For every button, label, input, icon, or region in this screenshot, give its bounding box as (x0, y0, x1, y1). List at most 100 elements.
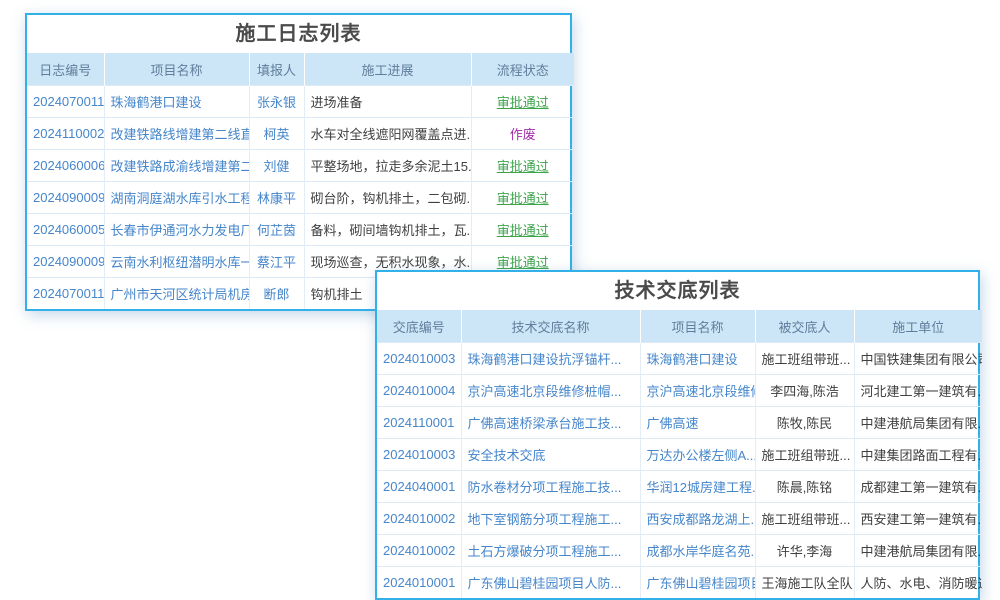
construction-unit-text: 成都建工第一建筑有... (854, 471, 982, 503)
project-name-link[interactable]: 广佛高速 (640, 407, 755, 439)
disclosure-id-link[interactable]: 2024010002 (377, 503, 461, 535)
table-row: 2024070011珠海鹤港口建设张永银进场准备审批通过 (27, 86, 574, 118)
construction-unit-text: 中建港航局集团有限... (854, 407, 982, 439)
construction-log-title: 施工日志列表 (27, 15, 570, 53)
construction-log-card: 施工日志列表 日志编号项目名称填报人施工进展流程状态 2024070011珠海鹤… (25, 13, 572, 311)
log-id-link[interactable]: 2024060005 (27, 214, 104, 246)
column-header-name: 技术交底名称 (461, 310, 640, 343)
project-name-link[interactable]: 广州市天河区统计局机房... (104, 278, 249, 310)
table-row: 2024010001广东佛山碧桂园项目人防...广东佛山碧桂园项目王海施工队全队… (377, 567, 982, 599)
receiver-text: 施工班组带班... (755, 503, 854, 535)
receiver-text: 许华,李海 (755, 535, 854, 567)
table-row: 2024010002土石方爆破分项工程施工...成都水岸华庭名苑...许华,李海… (377, 535, 982, 567)
project-name-link[interactable]: 改建铁路线增建第二线直... (104, 118, 249, 150)
construction-unit-text: 人防、水电、消防暖通 (854, 567, 982, 599)
construction-log-header-row: 日志编号项目名称填报人施工进展流程状态 (27, 53, 574, 86)
table-row: 2024090009湖南洞庭湖水库引水工程...林康平砌台阶，钩机排土，二包砌.… (27, 182, 574, 214)
disclosure-name-link[interactable]: 广佛高速桥梁承台施工技... (461, 407, 640, 439)
reporter-link[interactable]: 柯英 (249, 118, 304, 150)
column-header-status: 流程状态 (471, 53, 574, 86)
reporter-link[interactable]: 蔡江平 (249, 246, 304, 278)
table-row: 2024010004京沪高速北京段维修桩帽...京沪高速北京段维修李四海,陈浩河… (377, 375, 982, 407)
project-name-link[interactable]: 湖南洞庭湖水库引水工程... (104, 182, 249, 214)
column-header-project: 项目名称 (104, 53, 249, 86)
column-header-unit: 施工单位 (854, 310, 982, 343)
log-id-link[interactable]: 2024070011 (27, 278, 104, 310)
construction-unit-text: 河北建工第一建筑有... (854, 375, 982, 407)
progress-text: 平整场地，拉走多余泥土15... (304, 150, 471, 182)
construction-unit-text: 中国铁建集团有限公司 (854, 343, 982, 375)
workflow-status-text[interactable]: 审批通过 (471, 86, 574, 118)
workflow-status-text: 作废 (471, 118, 574, 150)
progress-text: 进场准备 (304, 86, 471, 118)
log-id-link[interactable]: 2024090009 (27, 182, 104, 214)
table-row: 2024060005长春市伊通河水力发电厂...何芷茵备料，砌间墙钩机排土，瓦.… (27, 214, 574, 246)
disclosure-id-link[interactable]: 2024110001 (377, 407, 461, 439)
project-name-link[interactable]: 华润12城房建工程... (640, 471, 755, 503)
disclosure-name-link[interactable]: 广东佛山碧桂园项目人防... (461, 567, 640, 599)
table-row: 2024010002地下室钢筋分项工程施工...西安成都路龙湖上...施工班组带… (377, 503, 982, 535)
project-name-link[interactable]: 万达办公楼左侧A... (640, 439, 755, 471)
column-header-id: 交底编号 (377, 310, 461, 343)
column-header-project: 项目名称 (640, 310, 755, 343)
tech-disclosure-title: 技术交底列表 (377, 272, 978, 310)
disclosure-name-link[interactable]: 地下室钢筋分项工程施工... (461, 503, 640, 535)
column-header-progress: 施工进展 (304, 53, 471, 86)
disclosure-id-link[interactable]: 2024010001 (377, 567, 461, 599)
project-name-link[interactable]: 西安成都路龙湖上... (640, 503, 755, 535)
project-name-link[interactable]: 长春市伊通河水力发电厂... (104, 214, 249, 246)
reporter-link[interactable]: 何芷茵 (249, 214, 304, 246)
column-header-receiver: 被交底人 (755, 310, 854, 343)
progress-text: 砌台阶，钩机排土，二包砌... (304, 182, 471, 214)
workflow-status-text[interactable]: 审批通过 (471, 150, 574, 182)
disclosure-name-link[interactable]: 防水卷材分项工程施工技... (461, 471, 640, 503)
receiver-text: 李四海,陈浩 (755, 375, 854, 407)
receiver-text: 施工班组带班... (755, 343, 854, 375)
disclosure-id-link[interactable]: 2024010003 (377, 343, 461, 375)
tech-disclosure-table: 交底编号技术交底名称项目名称被交底人施工单位 2024010003珠海鹤港口建设… (377, 310, 982, 598)
reporter-link[interactable]: 林康平 (249, 182, 304, 214)
receiver-text: 王海施工队全队 (755, 567, 854, 599)
disclosure-name-link[interactable]: 安全技术交底 (461, 439, 640, 471)
disclosure-id-link[interactable]: 2024010004 (377, 375, 461, 407)
project-name-link[interactable]: 广东佛山碧桂园项目 (640, 567, 755, 599)
log-id-link[interactable]: 2024070011 (27, 86, 104, 118)
log-id-link[interactable]: 2024090009 (27, 246, 104, 278)
log-id-link[interactable]: 2024060006 (27, 150, 104, 182)
tech-disclosure-header-row: 交底编号技术交底名称项目名称被交底人施工单位 (377, 310, 982, 343)
reporter-link[interactable]: 断郎 (249, 278, 304, 310)
disclosure-name-link[interactable]: 珠海鹤港口建设抗浮锚杆... (461, 343, 640, 375)
project-name-link[interactable]: 云南水利枢纽潜明水库一... (104, 246, 249, 278)
project-name-link[interactable]: 珠海鹤港口建设 (640, 343, 755, 375)
table-row: 2024040001防水卷材分项工程施工技...华润12城房建工程...陈晨,陈… (377, 471, 982, 503)
disclosure-id-link[interactable]: 2024040001 (377, 471, 461, 503)
receiver-text: 陈牧,陈民 (755, 407, 854, 439)
progress-text: 备料，砌间墙钩机排土，瓦... (304, 214, 471, 246)
table-row: 2024010003安全技术交底万达办公楼左侧A...施工班组带班...中建集团… (377, 439, 982, 471)
column-header-id: 日志编号 (27, 53, 104, 86)
table-row: 2024010003珠海鹤港口建设抗浮锚杆...珠海鹤港口建设施工班组带班...… (377, 343, 982, 375)
project-name-link[interactable]: 京沪高速北京段维修 (640, 375, 755, 407)
workflow-status-text[interactable]: 审批通过 (471, 182, 574, 214)
column-header-reporter: 填报人 (249, 53, 304, 86)
workflow-status-text[interactable]: 审批通过 (471, 214, 574, 246)
project-name-link[interactable]: 改建铁路成渝线增建第二... (104, 150, 249, 182)
progress-text: 水车对全线遮阳网覆盖点进... (304, 118, 471, 150)
disclosure-name-link[interactable]: 土石方爆破分项工程施工... (461, 535, 640, 567)
receiver-text: 陈晨,陈铭 (755, 471, 854, 503)
table-row: 2024110001广佛高速桥梁承台施工技...广佛高速陈牧,陈民中建港航局集团… (377, 407, 982, 439)
tech-disclosure-card: 技术交底列表 交底编号技术交底名称项目名称被交底人施工单位 2024010003… (375, 270, 980, 600)
receiver-text: 施工班组带班... (755, 439, 854, 471)
disclosure-id-link[interactable]: 2024010003 (377, 439, 461, 471)
construction-unit-text: 西安建工第一建筑有... (854, 503, 982, 535)
table-row: 2024110002改建铁路线增建第二线直...柯英水车对全线遮阳网覆盖点进..… (27, 118, 574, 150)
project-name-link[interactable]: 珠海鹤港口建设 (104, 86, 249, 118)
reporter-link[interactable]: 张永银 (249, 86, 304, 118)
construction-unit-text: 中建集团路面工程有... (854, 439, 982, 471)
reporter-link[interactable]: 刘健 (249, 150, 304, 182)
construction-unit-text: 中建港航局集团有限... (854, 535, 982, 567)
disclosure-name-link[interactable]: 京沪高速北京段维修桩帽... (461, 375, 640, 407)
disclosure-id-link[interactable]: 2024010002 (377, 535, 461, 567)
project-name-link[interactable]: 成都水岸华庭名苑... (640, 535, 755, 567)
log-id-link[interactable]: 2024110002 (27, 118, 104, 150)
